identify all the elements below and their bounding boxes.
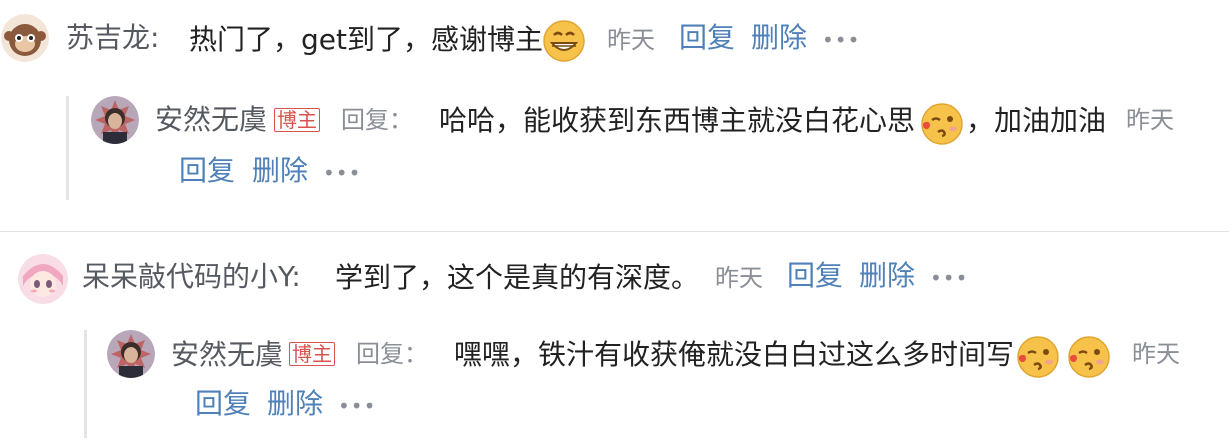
reply-time: 昨天: [1126, 106, 1174, 134]
avatar[interactable]: [18, 254, 68, 304]
reply-thread-line: [66, 96, 69, 200]
comment-text: 学到了，这个是真的有深度。: [335, 261, 700, 294]
more-options-icon[interactable]: •••: [338, 396, 376, 416]
author-badge: 博主: [289, 342, 335, 366]
blowing-kiss-face-icon: [1067, 335, 1111, 383]
delete-button[interactable]: 删除: [751, 24, 807, 52]
reply-button[interactable]: 回复: [787, 262, 843, 290]
comment-time: 昨天: [715, 264, 763, 292]
grinning-face-icon: [542, 19, 586, 67]
avatar[interactable]: [107, 330, 155, 378]
reply-author[interactable]: 安然无虞: [171, 341, 283, 369]
reply-text: 嘿嘿，铁汁有收获俺就没白白过这么多时间写: [454, 338, 1015, 371]
avatar[interactable]: [1, 14, 49, 62]
comment-text: 热门了，get到了，感谢博主: [189, 23, 543, 56]
reply-tag: 回复：: [341, 106, 413, 134]
reply-time: 昨天: [1132, 340, 1180, 368]
comment-divider: [0, 231, 1229, 232]
reply-button[interactable]: 回复: [195, 390, 251, 418]
more-options-icon[interactable]: •••: [822, 30, 860, 50]
reply-thread-line: [84, 330, 87, 438]
delete-button[interactable]: 删除: [252, 157, 308, 185]
author-badge: 博主: [274, 108, 320, 132]
more-options-icon[interactable]: •••: [930, 268, 968, 288]
reply-button[interactable]: 回复: [179, 157, 235, 185]
delete-button[interactable]: 删除: [859, 262, 915, 290]
comment-time: 昨天: [607, 26, 655, 54]
reply-author[interactable]: 安然无虞: [155, 106, 267, 134]
reply-button[interactable]: 回复: [679, 24, 735, 52]
delete-button[interactable]: 删除: [267, 390, 323, 418]
avatar[interactable]: [91, 96, 139, 144]
comment-author[interactable]: 呆呆敲代码的小Y:: [82, 263, 301, 291]
blowing-kiss-face-icon: [920, 102, 964, 150]
blowing-kiss-face-icon: [1016, 335, 1060, 383]
reply-text-suffix: ，加油加油: [966, 104, 1107, 137]
more-options-icon[interactable]: •••: [323, 163, 361, 183]
reply-text: 哈哈，能收获到东西博主就没白花心思: [439, 104, 916, 137]
comment-author[interactable]: 苏吉龙:: [66, 24, 159, 52]
reply-tag: 回复：: [356, 340, 428, 368]
